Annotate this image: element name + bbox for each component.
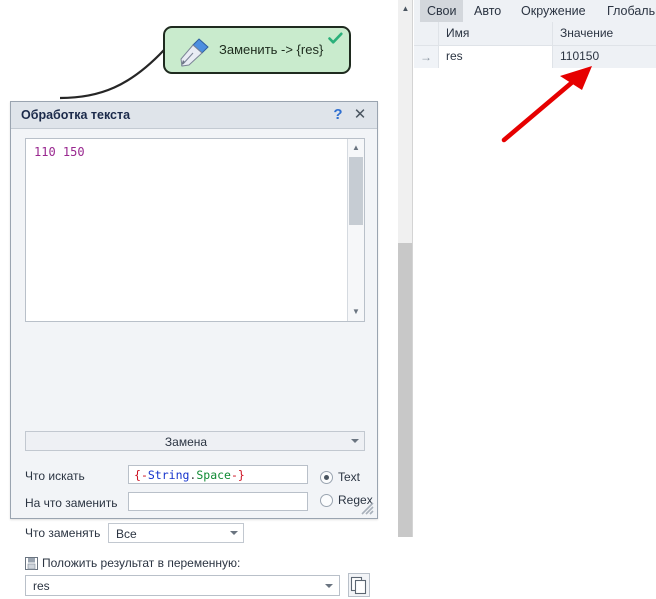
tab-own[interactable]: Свои bbox=[420, 0, 464, 22]
column-header-value[interactable]: Значение bbox=[553, 22, 656, 45]
copy-icon bbox=[350, 576, 367, 595]
flow-node-label: Заменить -> {res} bbox=[219, 42, 324, 57]
save-icon bbox=[25, 557, 38, 570]
tab-environment[interactable]: Окружение bbox=[514, 0, 593, 22]
chevron-down-icon bbox=[325, 584, 333, 588]
result-variable-value: res bbox=[33, 579, 50, 593]
page-scroll-up-icon[interactable]: ▲ bbox=[398, 2, 413, 16]
textarea-scroll-thumb[interactable] bbox=[349, 157, 363, 225]
page-scroll-thumb[interactable] bbox=[398, 243, 412, 537]
find-input-value: {-String.Space-} bbox=[134, 468, 245, 482]
chevron-down-icon bbox=[351, 439, 359, 443]
flow-node-replace[interactable]: Заменить -> {res} bbox=[163, 26, 351, 74]
variables-tabbar[interactable]: Свои Авто Окружение Глобальные bbox=[414, 0, 656, 22]
text-processing-dialog[interactable]: Обработка текста ? ✕ 110 150 ▲ ▼ Замена … bbox=[10, 101, 378, 597]
variables-table-header: Имя Значение bbox=[414, 22, 656, 46]
row-marker-arrow-icon: → bbox=[420, 50, 432, 64]
dialog-titlebar[interactable]: Обработка текста ? ✕ bbox=[11, 102, 377, 129]
dialog-title: Обработка текста bbox=[21, 108, 131, 122]
source-text-value: 110 150 bbox=[34, 145, 85, 159]
what-to-replace-label: Что заменять bbox=[25, 526, 101, 540]
copy-button[interactable] bbox=[348, 573, 370, 597]
page-vertical-scrollbar[interactable]: ▲ bbox=[398, 0, 413, 537]
textarea-vertical-scrollbar[interactable]: ▲ ▼ bbox=[347, 139, 364, 321]
operation-mode-combo[interactable]: Замена bbox=[25, 431, 365, 451]
source-text-area[interactable]: 110 150 ▲ ▼ bbox=[25, 138, 365, 322]
what-to-replace-value: Все bbox=[116, 527, 137, 541]
radio-text-dot bbox=[324, 475, 329, 480]
replace-label: На что заменить bbox=[25, 496, 118, 510]
radio-text-label: Text bbox=[338, 470, 361, 484]
result-variable-combo[interactable]: res bbox=[25, 575, 340, 596]
tab-auto[interactable]: Авто bbox=[467, 0, 508, 22]
tab-global[interactable]: Глобальные bbox=[600, 0, 656, 22]
help-icon[interactable]: ? bbox=[329, 105, 347, 125]
red-pointer-arrow bbox=[501, 66, 592, 143]
replace-input[interactable] bbox=[128, 492, 308, 511]
radio-regex[interactable] bbox=[320, 494, 333, 507]
row-marker-cell: → bbox=[414, 46, 439, 68]
find-input[interactable]: {-String.Space-} bbox=[128, 465, 308, 484]
column-header-name[interactable]: Имя bbox=[439, 22, 553, 45]
pen-nib-icon bbox=[180, 38, 209, 67]
check-icon bbox=[328, 32, 343, 44]
result-variable-label: Положить результат в переменную: bbox=[42, 556, 241, 570]
what-to-replace-combo[interactable]: Все bbox=[108, 523, 244, 543]
chevron-down-icon bbox=[230, 531, 238, 535]
close-icon[interactable]: ✕ bbox=[351, 105, 369, 125]
scroll-down-icon[interactable]: ▼ bbox=[348, 304, 364, 320]
column-header-marker[interactable] bbox=[414, 22, 439, 45]
resize-grip-icon[interactable] bbox=[360, 501, 374, 515]
scroll-up-icon[interactable]: ▲ bbox=[348, 140, 364, 156]
flow-canvas[interactable]: Заменить -> {res} Обработка текста ? ✕ 1… bbox=[0, 0, 398, 597]
radio-text[interactable] bbox=[320, 471, 333, 484]
operation-mode-value: Замена bbox=[164, 435, 208, 449]
find-label: Что искать bbox=[25, 469, 85, 483]
